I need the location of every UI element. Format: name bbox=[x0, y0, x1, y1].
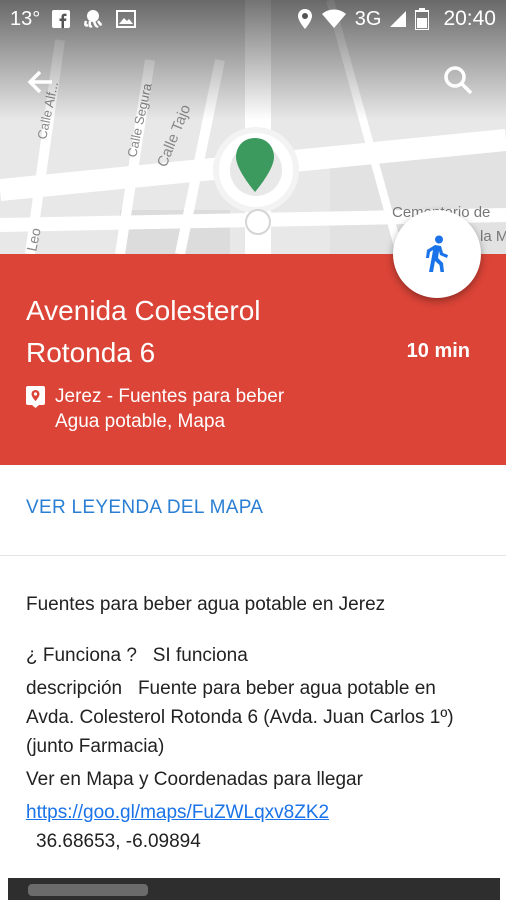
place-photo[interactable] bbox=[8, 878, 500, 900]
walking-person-icon bbox=[426, 235, 448, 272]
works-row: ¿ Funciona ? SI funciona bbox=[26, 641, 486, 670]
temperature-text: 13° bbox=[10, 7, 41, 30]
walking-directions-button[interactable] bbox=[393, 210, 481, 298]
details-heading: Fuentes para beber agua potable en Jerez bbox=[26, 594, 386, 615]
wifi-icon bbox=[321, 9, 347, 29]
map-link[interactable]: https://goo.gl/maps/FuZWLqxv8ZK2 bbox=[26, 798, 486, 827]
works-label: ¿ Funciona ? bbox=[26, 645, 137, 666]
clock-text: 20:40 bbox=[443, 7, 496, 30]
place-category-line1: Jerez - Fuentes para beber bbox=[55, 386, 285, 407]
image-icon bbox=[116, 10, 137, 28]
arrow-back-icon bbox=[27, 70, 52, 94]
place-category: Jerez - Fuentes para beber Agua potable,… bbox=[26, 384, 284, 434]
place-category-line2: Agua potable, Mapa bbox=[55, 411, 226, 432]
description-row: descripción Fuente para beber agua potab… bbox=[26, 674, 486, 761]
map-legend-link[interactable]: VER LEYENDA DEL MAPA bbox=[26, 497, 263, 519]
location-icon bbox=[297, 8, 313, 30]
map-label: Ver en Mapa y Coordenadas para llegar bbox=[26, 769, 363, 790]
works-value: SI funciona bbox=[152, 645, 248, 666]
street-label: la Ma bbox=[480, 228, 506, 245]
place-details: Fuentes para beber agua potable en Jerez… bbox=[26, 590, 486, 856]
signal-icon bbox=[389, 10, 407, 28]
divider bbox=[0, 555, 506, 556]
search-icon bbox=[444, 66, 473, 95]
travel-time: 10 min bbox=[406, 340, 470, 362]
place-title: Avenida Colesterol Rotonda 6 bbox=[26, 295, 261, 368]
octopus-icon bbox=[82, 9, 104, 29]
search-button[interactable] bbox=[442, 64, 482, 104]
place-marker-icon bbox=[26, 386, 45, 408]
battery-icon bbox=[415, 8, 430, 30]
back-button[interactable] bbox=[24, 66, 64, 106]
status-bar: 13° 3G 20:40 bbox=[0, 0, 506, 38]
network-type-text: 3G bbox=[354, 7, 382, 30]
facebook-icon bbox=[52, 10, 71, 28]
coordinates-text: 36.68653, -6.09894 bbox=[36, 831, 201, 852]
description-label: descripción bbox=[26, 678, 123, 699]
